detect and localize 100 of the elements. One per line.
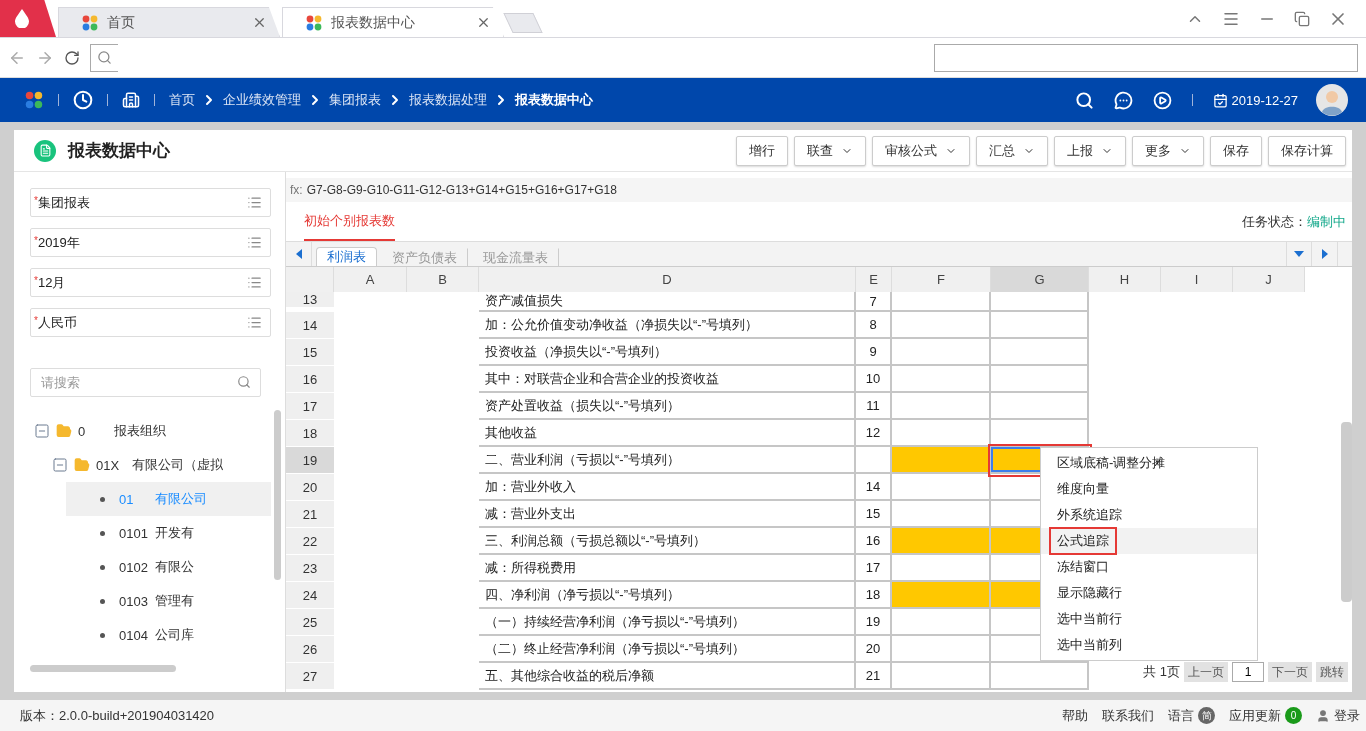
- avatar[interactable]: [1316, 84, 1348, 116]
- table-cell: 16: [856, 528, 892, 555]
- sheet-list-button[interactable]: [1286, 242, 1312, 266]
- scrollbar[interactable]: [1341, 422, 1352, 602]
- building-icon[interactable]: [122, 91, 140, 109]
- search-field[interactable]: 请搜索: [30, 368, 261, 397]
- address-field[interactable]: [934, 43, 1358, 72]
- row-number[interactable]: 26: [286, 636, 334, 663]
- table-cell: 其中：对联营企业和合营企业的投资收益: [479, 366, 856, 393]
- search-button[interactable]: [90, 43, 118, 72]
- node-code: 0: [78, 423, 87, 439]
- tree-node[interactable]: 0101 开发有: [66, 516, 271, 550]
- column-header[interactable]: E: [856, 267, 892, 292]
- table-cell: 15: [856, 501, 892, 528]
- toolbar-button[interactable]: 保存: [1210, 135, 1262, 166]
- table-cell: 8: [856, 312, 892, 339]
- formula-text: G7-G8-G9-G10-G11-G12-G13+G14+G15+G16+G17+G18: [306, 183, 617, 197]
- bullet-icon: [100, 632, 105, 638]
- row-number[interactable]: 24: [286, 582, 334, 609]
- toolbar-button[interactable]: 增行: [736, 135, 788, 166]
- count-badge: 简: [1198, 707, 1215, 724]
- tree-node[interactable]: 0103 管理有: [66, 584, 271, 618]
- collapse-icon[interactable]: [52, 457, 68, 473]
- sheet-tab[interactable]: 利润表: [316, 247, 377, 266]
- page-field[interactable]: 1: [1232, 662, 1264, 682]
- row-number[interactable]: 20: [286, 474, 334, 501]
- column-header[interactable]: I: [1161, 267, 1233, 292]
- login-link[interactable]: 登录: [1316, 706, 1360, 725]
- column-header[interactable]: J: [1233, 267, 1305, 292]
- toolbar-button[interactable]: 联查: [794, 135, 866, 166]
- select-field[interactable]: *集团报表: [30, 188, 271, 217]
- search-icon: [97, 50, 112, 65]
- restore-icon[interactable]: [1294, 10, 1310, 27]
- table-cell: （二）终止经营净利润（净亏损以“-”号填列）: [479, 636, 856, 663]
- row-number[interactable]: 21: [286, 501, 334, 528]
- menu-item[interactable]: 公式追踪: [1041, 528, 1257, 554]
- toolbar-button[interactable]: 更多: [1132, 135, 1204, 166]
- row-number[interactable]: 19: [286, 447, 334, 474]
- select-field[interactable]: *12月: [30, 268, 271, 297]
- app-logo-icon: [81, 14, 99, 31]
- row-number[interactable]: 13: [286, 292, 334, 308]
- status-link[interactable]: 应用更新: [1229, 706, 1281, 725]
- tree-node[interactable]: 01X 有限公司（虚拟: [48, 448, 271, 482]
- status-link[interactable]: 帮助: [1062, 706, 1088, 725]
- tree-node[interactable]: 0 报表组织: [30, 414, 271, 448]
- row-number[interactable]: 27: [286, 663, 334, 690]
- go-button[interactable]: 跳转: [1316, 662, 1348, 682]
- version-text: 版本：2.0.0-build+201904031420: [20, 706, 215, 725]
- table-cell: 四、净利润（净亏损以“-”号填列）: [479, 582, 856, 609]
- row-number[interactable]: 18: [286, 420, 334, 447]
- close-icon[interactable]: [252, 15, 267, 30]
- app-logo-icon[interactable]: [24, 91, 44, 109]
- breadcrumb-link[interactable]: 报表数据处理: [409, 91, 487, 109]
- tree-node[interactable]: 0104 公司库: [66, 618, 271, 652]
- row-number[interactable]: 15: [286, 339, 334, 366]
- column-header[interactable]: A: [334, 267, 407, 292]
- row-number[interactable]: 14: [286, 312, 334, 339]
- column-header[interactable]: B: [407, 267, 479, 292]
- table-cell: 18: [856, 582, 892, 609]
- browser-tab[interactable]: 首页: [58, 7, 280, 37]
- column-header[interactable]: H: [1089, 267, 1161, 292]
- toolbar-button[interactable]: 汇总: [976, 135, 1048, 166]
- collapse-icon[interactable]: [34, 423, 50, 439]
- row-number[interactable]: 16: [286, 366, 334, 393]
- row-number[interactable]: 17: [286, 393, 334, 420]
- table-cell: 21: [856, 663, 892, 690]
- select-field[interactable]: *2019年: [30, 228, 271, 257]
- table-cell: 20: [856, 636, 892, 663]
- breadcrumb-link[interactable]: 集团报表: [329, 91, 381, 109]
- scrollbar[interactable]: [274, 410, 281, 580]
- column-header[interactable]: G: [991, 267, 1089, 292]
- search-icon[interactable]: [1074, 90, 1094, 110]
- scrollbar[interactable]: [30, 665, 176, 672]
- row-number[interactable]: 23: [286, 555, 334, 582]
- column-header[interactable]: F: [892, 267, 991, 292]
- breadcrumb-link[interactable]: 报表数据中心: [515, 91, 593, 109]
- next-page-button[interactable]: 下一页: [1268, 662, 1312, 682]
- toolbar-button[interactable]: 保存计算: [1268, 135, 1346, 166]
- reload-icon[interactable]: [64, 49, 80, 66]
- play-icon[interactable]: [1152, 90, 1172, 110]
- select-field[interactable]: *人民币: [30, 308, 271, 337]
- column-header[interactable]: D: [479, 267, 856, 292]
- breadcrumb-link[interactable]: 首页: [169, 91, 195, 109]
- toolbar-button[interactable]: 审核公式: [872, 135, 970, 166]
- clock-icon[interactable]: [73, 90, 93, 110]
- status-link[interactable]: 语言: [1168, 706, 1194, 725]
- browser-tab[interactable]: 报表数据中心: [282, 7, 504, 37]
- row-number[interactable]: 25: [286, 609, 334, 636]
- status-link[interactable]: 联系我们: [1102, 706, 1154, 725]
- breadcrumb-link[interactable]: 企业绩效管理: [223, 91, 301, 109]
- table-cell: 加：营业外收入: [479, 474, 856, 501]
- toolbar-button[interactable]: 上报: [1054, 135, 1126, 166]
- table-cell: 9: [856, 339, 892, 366]
- tree-node[interactable]: 0102 有限公: [66, 550, 271, 584]
- row-number[interactable]: 22: [286, 528, 334, 555]
- chat-icon[interactable]: [1113, 90, 1133, 110]
- table-cell: 五、其他综合收益的税后净额: [479, 663, 856, 690]
- browser-logo[interactable]: [0, 0, 56, 37]
- prev-page-button[interactable]: 上一页: [1184, 662, 1228, 682]
- close-icon[interactable]: [476, 15, 491, 30]
